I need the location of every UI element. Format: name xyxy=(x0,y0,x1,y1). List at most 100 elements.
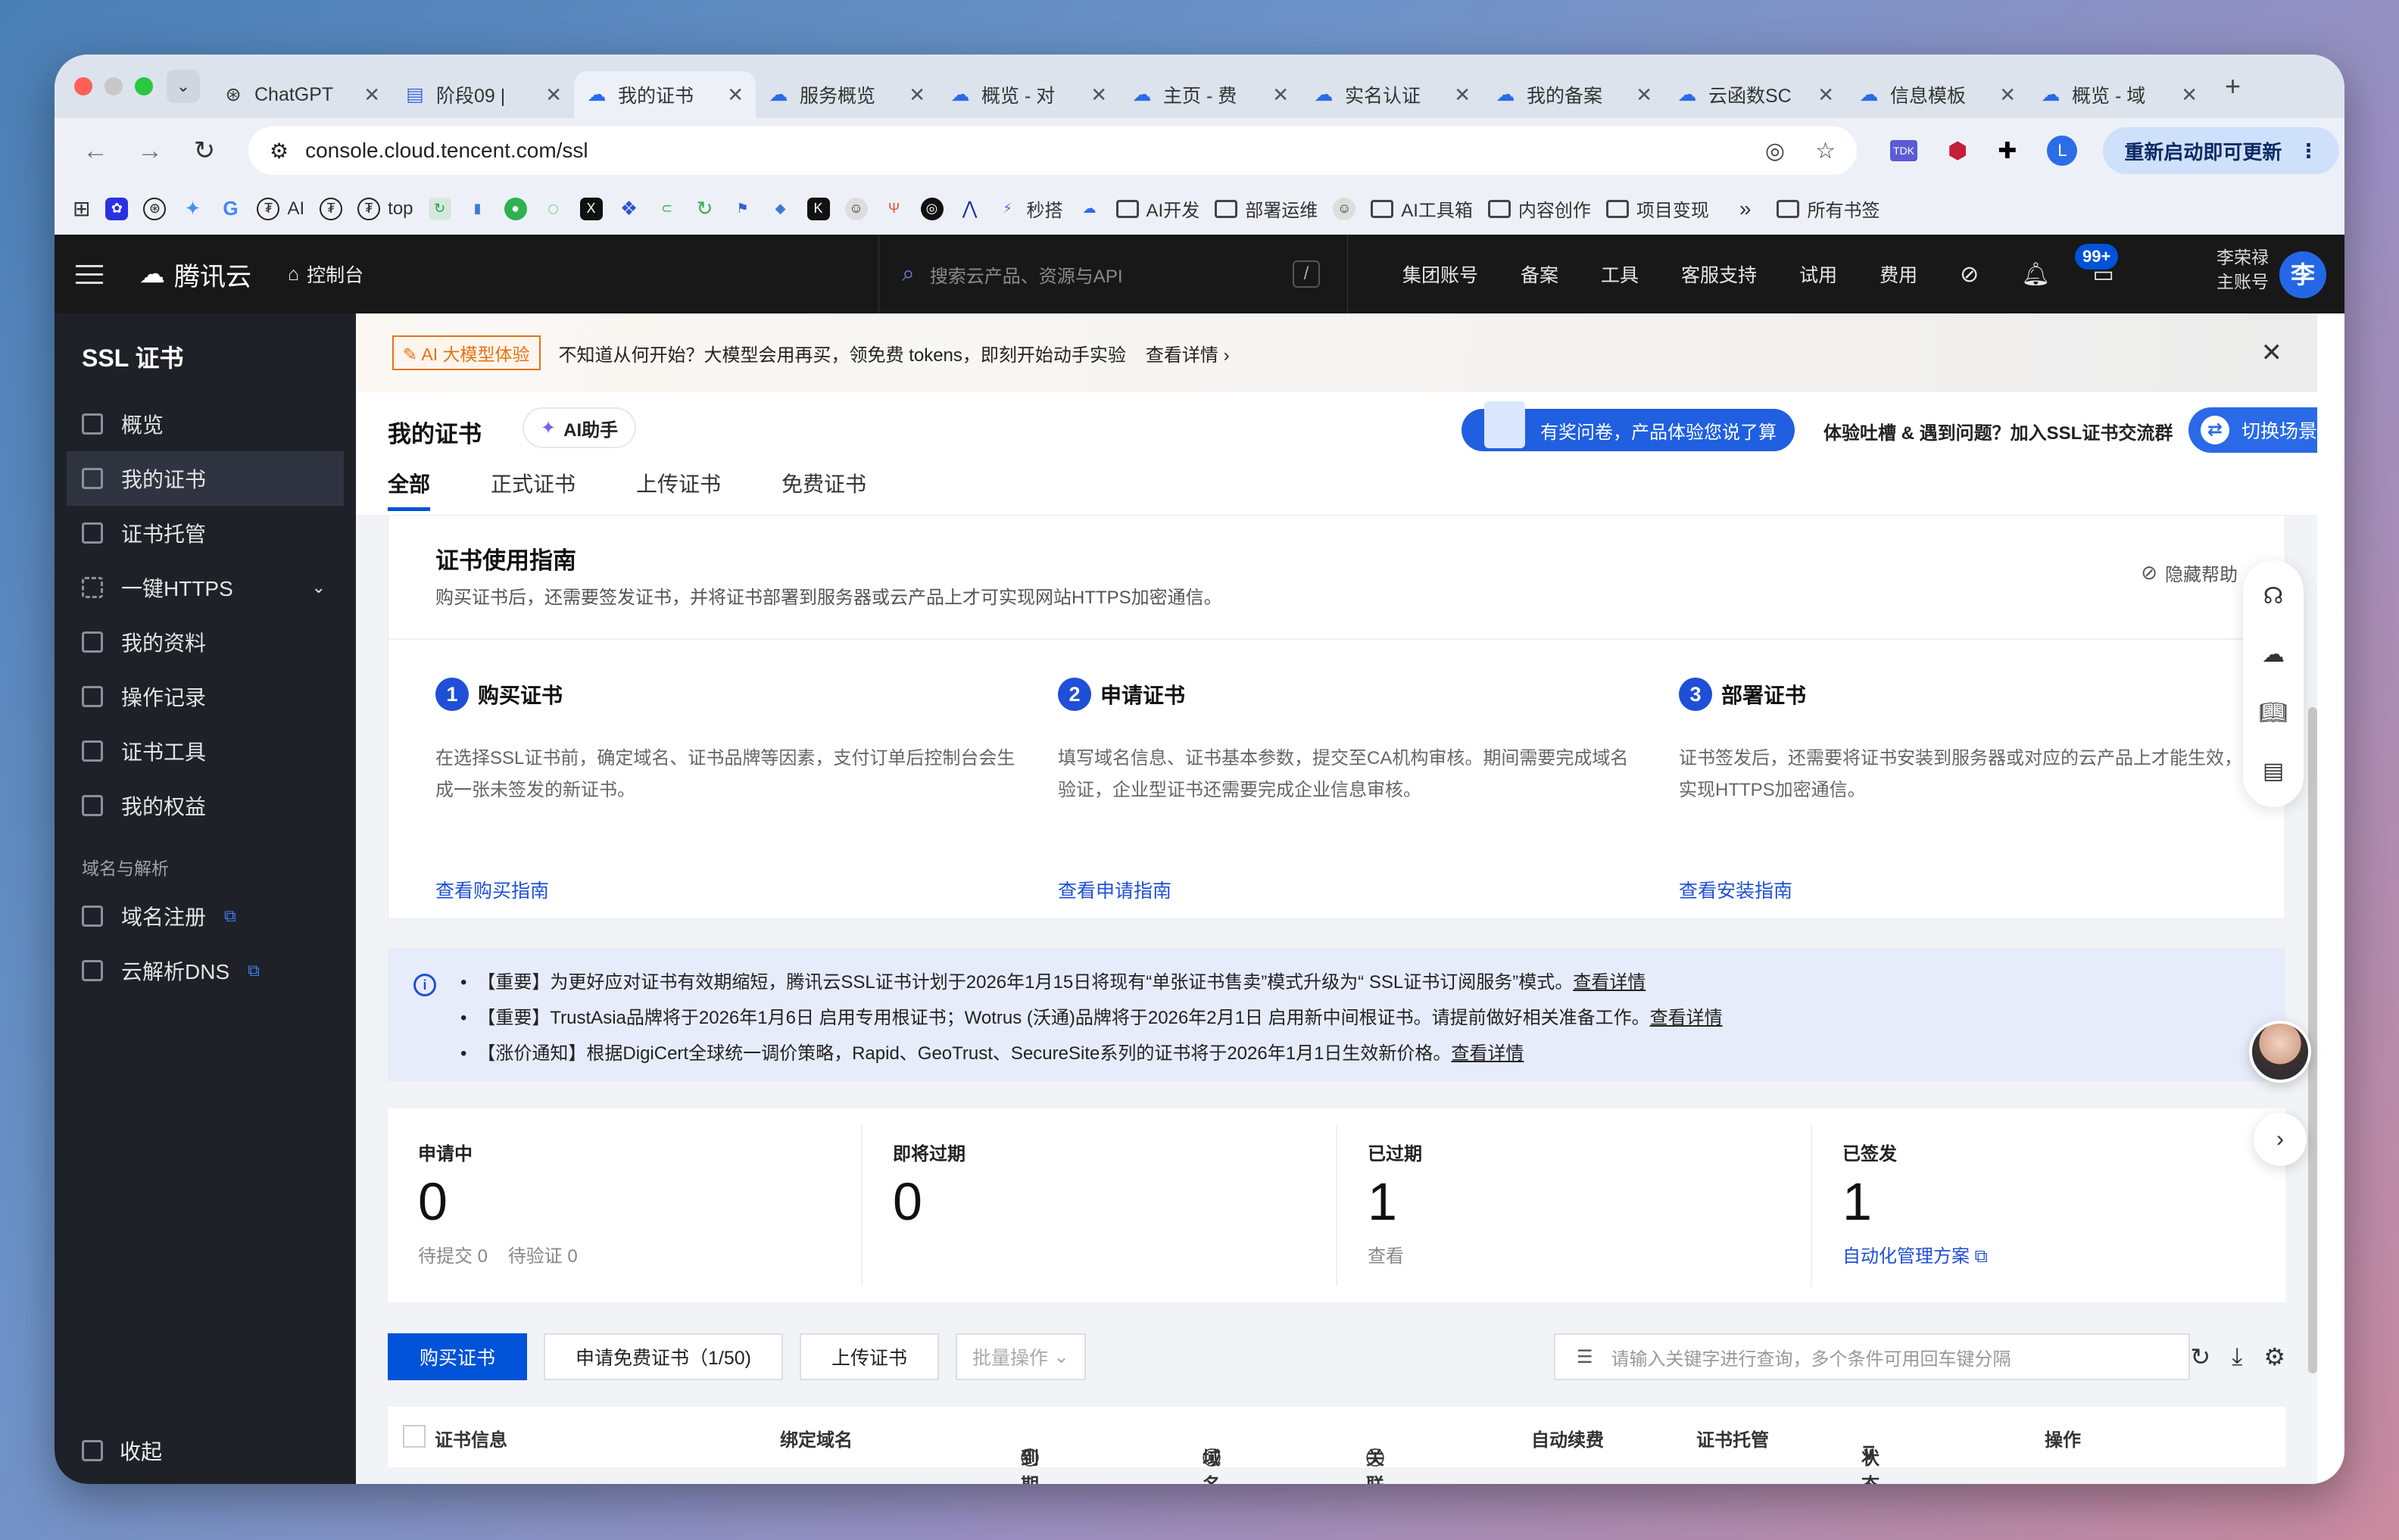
pending-submit[interactable]: 待提交 0 xyxy=(418,1246,488,1267)
chevron-right-double-icon[interactable]: » xyxy=(1739,197,1752,221)
back-button[interactable]: ← xyxy=(74,136,117,166)
browser-tab[interactable]: ☁ 概览 - 域 ✕ xyxy=(2028,71,2210,118)
apply-free-cert-button[interactable]: 申请免费证书（1/50) xyxy=(544,1333,783,1380)
close-tab-icon[interactable]: ✕ xyxy=(727,83,744,107)
apps-grid-icon[interactable]: ⊞ xyxy=(73,196,90,221)
bookmark-folder[interactable]: 内容创作 xyxy=(1487,195,1591,222)
upload-cert-button[interactable]: 上传证书 xyxy=(800,1333,940,1380)
switch-scene-button[interactable]: ⇄ 切换场景 xyxy=(2188,407,2317,453)
reload-button[interactable]: ↻ xyxy=(183,136,226,166)
url-text[interactable]: console.cloud.tencent.com/ssl xyxy=(305,139,1735,163)
sidebar-item-profile[interactable]: 我的资料 xyxy=(67,615,344,669)
close-tab-icon[interactable]: ✕ xyxy=(1272,83,1289,107)
sidebar-item-my-certs[interactable]: 我的证书 xyxy=(67,451,344,506)
close-tab-icon[interactable]: ✕ xyxy=(2181,83,2198,107)
help-icon[interactable]: ⊘ xyxy=(1960,261,1979,288)
sidebar-item-logs[interactable]: 操作记录 xyxy=(67,669,344,724)
batch-ops-dropdown[interactable]: 批量操作 ⌄ xyxy=(956,1333,1086,1380)
chatgpt-icon[interactable]: ⊛ xyxy=(143,197,167,220)
wechat-icon[interactable]: ● xyxy=(504,197,527,220)
x-icon[interactable]: X xyxy=(579,197,603,220)
notice-link[interactable]: 查看详情 xyxy=(1451,1043,1524,1064)
chevron-right-icon[interactable]: › xyxy=(2254,1113,2307,1166)
browser-tab[interactable]: ▤ 阶段09 | ✕ xyxy=(392,71,574,118)
close-window-button[interactable] xyxy=(74,77,92,95)
sidebar-item-tools[interactable]: 证书工具 xyxy=(67,724,344,778)
bookmark-folder-all[interactable]: 所有书签 xyxy=(1777,195,1880,222)
gemini-icon[interactable]: ✦ xyxy=(181,197,204,220)
bookmark-folder[interactable]: 部署运维 xyxy=(1215,195,1318,222)
sidebar-item-hosting[interactable]: 证书托管 xyxy=(67,506,344,560)
close-tab-icon[interactable]: ✕ xyxy=(1090,83,1107,107)
buy-guide-link[interactable]: 查看购买指南 xyxy=(435,876,549,903)
close-tab-icon[interactable]: ✕ xyxy=(545,83,562,107)
sidebar-item-domain-register[interactable]: 域名注册 ⧉ xyxy=(67,889,344,943)
browser-tab[interactable]: ☁ 主页 - 费 ✕ xyxy=(1119,71,1301,118)
view-expired-link[interactable]: 查看 xyxy=(1368,1241,1811,1267)
nav-filing[interactable]: 备案 xyxy=(1521,260,1558,288)
cloud-update-icon[interactable]: ☁ xyxy=(2262,641,2285,668)
profile-avatar[interactable]: L xyxy=(2047,136,2078,166)
close-tab-icon[interactable]: ✕ xyxy=(363,83,380,107)
address-bar[interactable]: ⚙ console.cloud.tencent.com/ssl ◎ ☆ xyxy=(248,126,1857,175)
eye-off-icon[interactable]: ◎ xyxy=(1765,138,1785,164)
browser-tab[interactable]: ☁ 我的备案 ✕ xyxy=(1483,71,1664,118)
bookmark-icon[interactable]: ☺ xyxy=(1333,197,1356,220)
ai-assistant-button[interactable]: ✦ AI助手 xyxy=(523,407,637,448)
tencent-cloud-logo[interactable]: ☁ 腾讯云 xyxy=(139,256,251,293)
message-icon[interactable]: ▤ xyxy=(2263,758,2284,784)
bookmark-ai[interactable]: ₮ AI xyxy=(257,197,304,220)
close-icon[interactable]: ✕ xyxy=(2261,338,2283,368)
maximize-window-button[interactable] xyxy=(135,77,153,95)
browser-tab[interactable]: ☁ 实名认证 ✕ xyxy=(1301,71,1483,118)
nav-billing[interactable]: 费用 xyxy=(1880,260,1917,288)
buy-cert-button[interactable]: 购买证书 xyxy=(388,1333,528,1380)
tab-official[interactable]: 正式证书 xyxy=(491,468,576,511)
tab-search-button[interactable]: ⌄ xyxy=(167,70,200,103)
install-guide-link[interactable]: 查看安装指南 xyxy=(1679,876,1792,903)
bookmark-folder[interactable]: 项目变现 xyxy=(1605,195,1709,222)
sidebar-item-dns[interactable]: 云解析DNS ⧉ xyxy=(67,943,344,998)
pending-verify[interactable]: 待验证 0 xyxy=(508,1246,578,1267)
star-icon[interactable]: ☆ xyxy=(1815,138,1836,164)
feedback-link[interactable]: 体验吐槽 & 遇到问题？加入SSL证书交流群 xyxy=(1823,418,2173,444)
browser-tab[interactable]: ☁ 云函数SC ✕ xyxy=(1664,71,1846,118)
chart-icon[interactable]: ▮ xyxy=(466,198,489,220)
refresh-icon[interactable]: ↻ xyxy=(2190,1342,2210,1371)
nav-trial[interactable]: 试用 xyxy=(1799,260,1837,288)
bookmark-icon[interactable]: ◌ xyxy=(542,197,565,220)
browser-tab[interactable]: ☁ 信息模板 ✕ xyxy=(1846,71,2028,118)
apply-guide-link[interactable]: 查看申请指南 xyxy=(1058,876,1171,903)
sidebar-item-benefits[interactable]: 我的权益 xyxy=(67,778,344,833)
survey-button[interactable]: 有奖问卷，产品体验您说了算 xyxy=(1462,401,1795,451)
bookmark-icon[interactable]: ⊂ xyxy=(656,198,679,220)
bookmark-icon[interactable]: Ψ xyxy=(883,198,906,220)
bookmark-miaoda[interactable]: ⚡ 秒搭 xyxy=(997,195,1062,222)
tdk-extension-icon[interactable]: TDK xyxy=(1890,140,1917,161)
bell-icon[interactable]: 🔔︎ xyxy=(2021,261,2050,288)
bookmark-icon[interactable]: ₮ xyxy=(320,197,343,220)
site-settings-icon[interactable]: ⚙ xyxy=(270,139,289,164)
forward-button[interactable]: → xyxy=(129,136,171,166)
avatar[interactable]: 李 xyxy=(2279,251,2326,298)
user-info[interactable]: 李荣禄 主账号 xyxy=(2217,245,2269,294)
browser-tab-active[interactable]: ☁ 我的证书 ✕ xyxy=(574,71,756,118)
minimize-window-button[interactable] xyxy=(105,77,123,95)
baidu-icon[interactable]: ✿ xyxy=(105,197,129,220)
filter-icon[interactable]: ⊽ xyxy=(1861,1443,1876,1465)
assistant-avatar[interactable] xyxy=(2249,1021,2311,1083)
cloud-icon[interactable]: ☁ xyxy=(1078,198,1101,220)
scrollbar[interactable] xyxy=(2308,707,2317,1373)
google-icon[interactable]: G xyxy=(219,197,242,220)
close-tab-icon[interactable]: ✕ xyxy=(1817,83,1834,107)
automation-link[interactable]: 自动化管理方案 ⧉ xyxy=(1842,1241,2285,1267)
tab-uploaded[interactable]: 上传证书 xyxy=(636,468,721,511)
browser-tab[interactable]: ⊛ ChatGPT ✕ xyxy=(211,71,392,118)
console-link[interactable]: ⌂ 控制台 xyxy=(288,260,363,288)
download-icon[interactable]: ⤓ xyxy=(2232,1342,2242,1371)
bookmark-icon[interactable]: ⚑ xyxy=(732,198,754,220)
nav-tools[interactable]: 工具 xyxy=(1601,260,1639,288)
sort-icon[interactable]: ↕ xyxy=(1021,1443,1030,1464)
headset-icon[interactable]: ☊ xyxy=(2263,583,2284,609)
close-tab-icon[interactable]: ✕ xyxy=(1999,83,2016,107)
